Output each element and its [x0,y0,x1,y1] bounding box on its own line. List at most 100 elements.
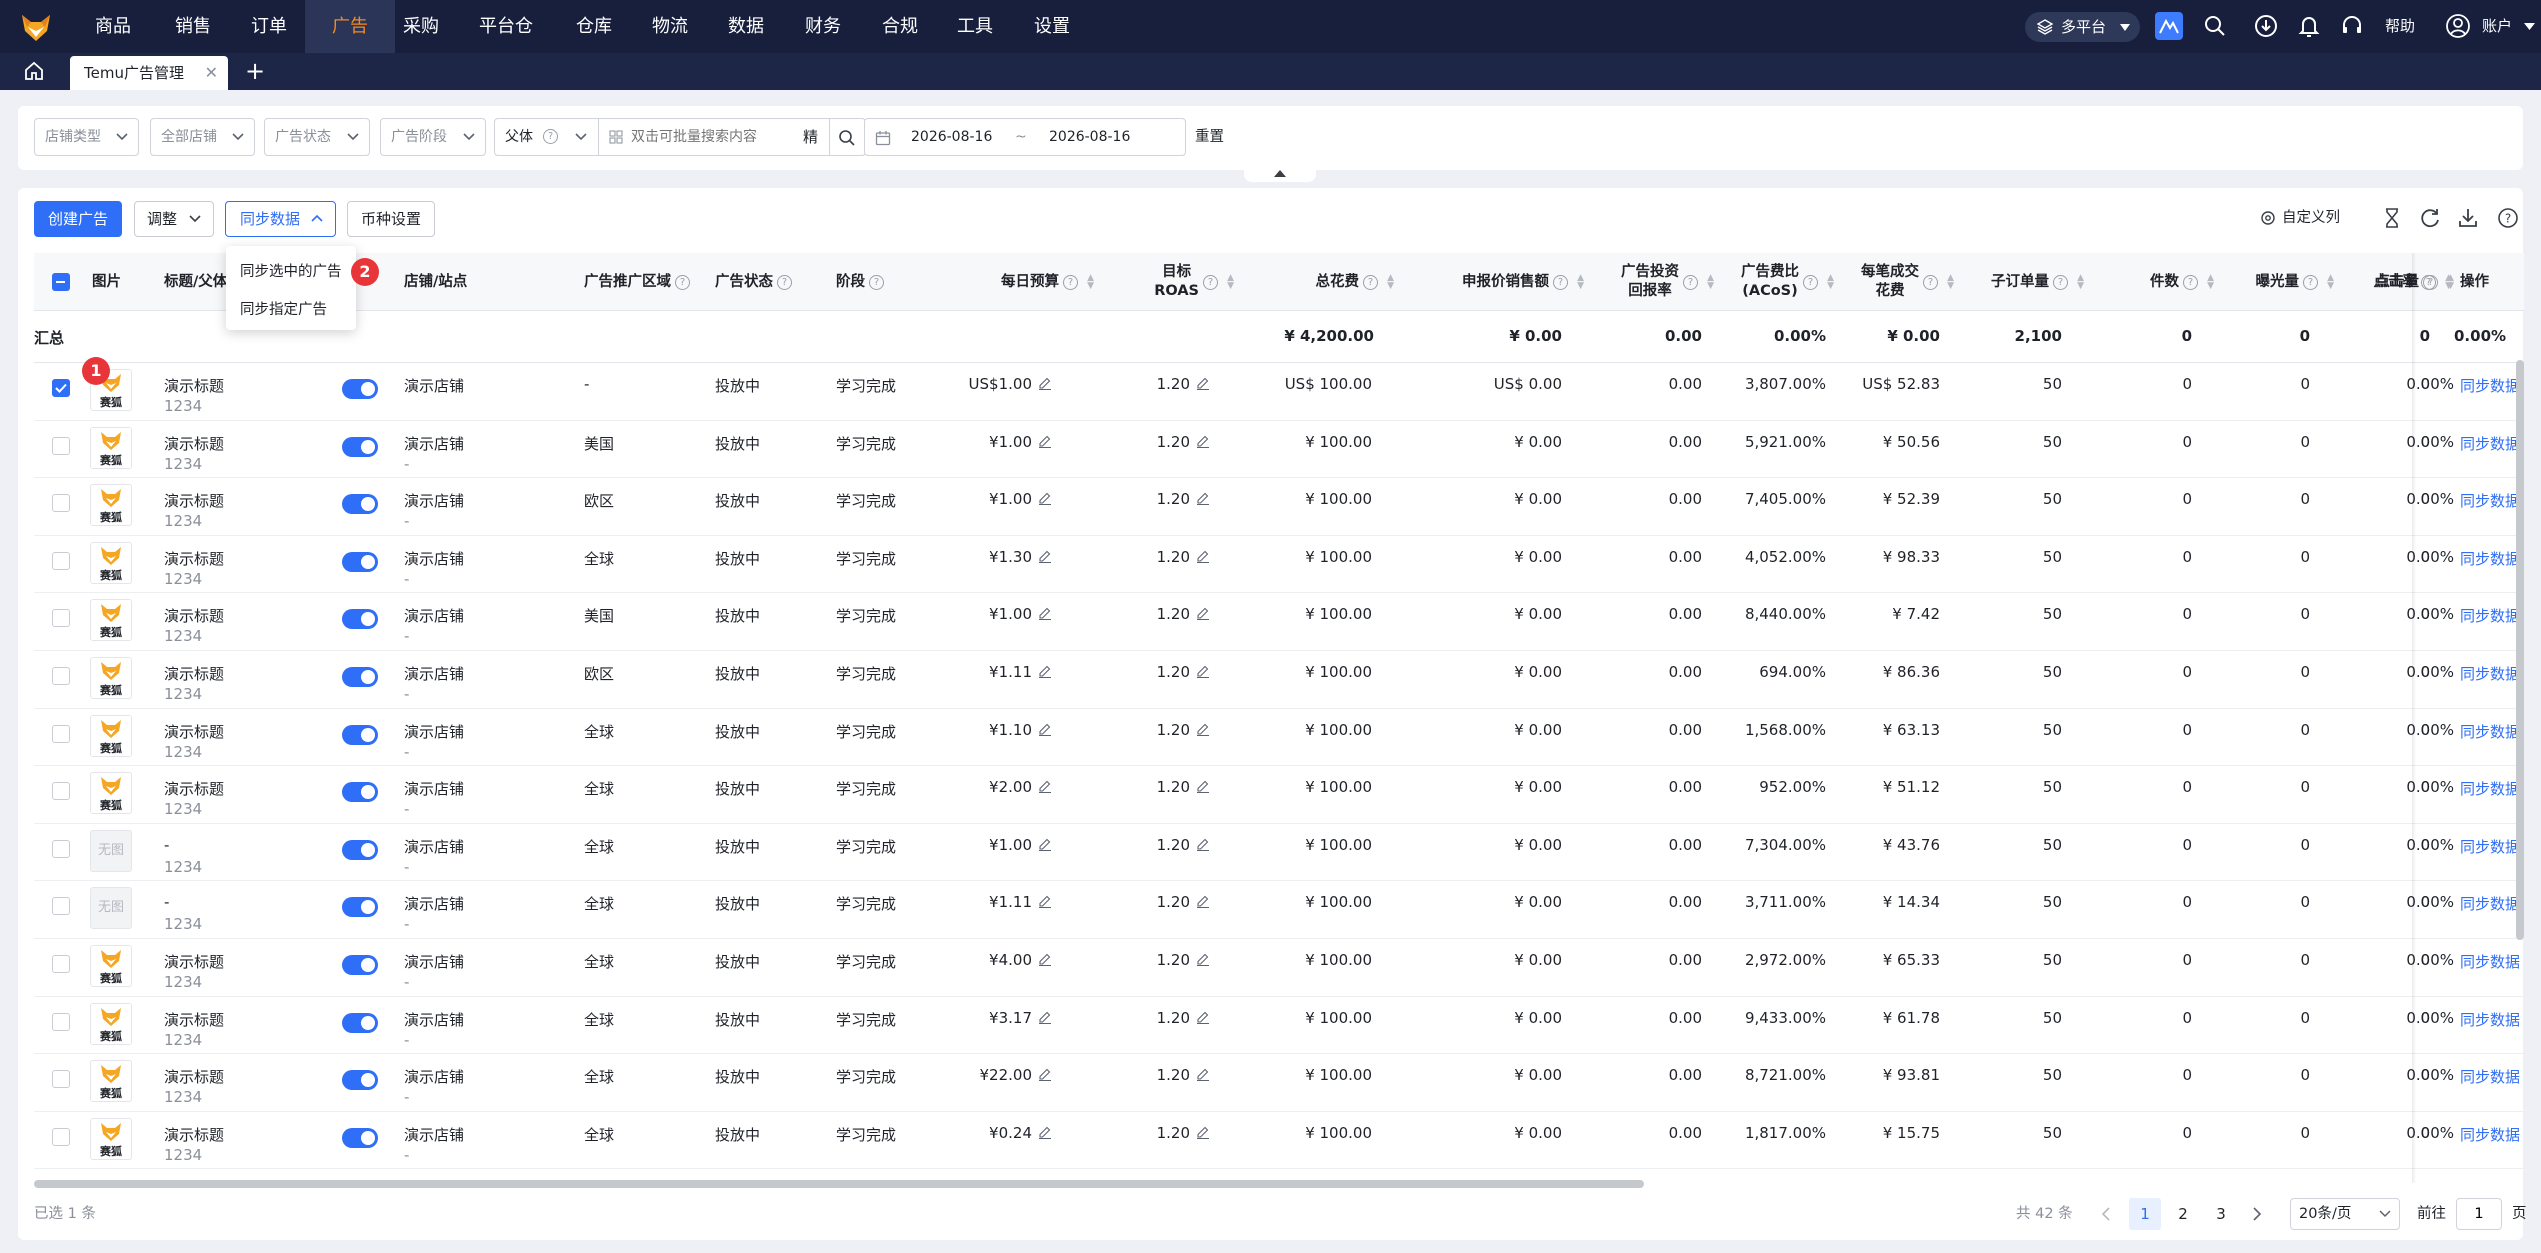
row-checkbox[interactable] [52,955,70,973]
sync-data-link[interactable]: 同步数据 [2460,490,2521,512]
edit-icon[interactable] [1038,952,1052,967]
row-target-roas[interactable]: 1.20 [1094,1009,1210,1027]
sort-icon[interactable]: ▲ ▼ [2204,274,2214,291]
sync-data-link[interactable]: 同步数据 [2460,893,2521,915]
edit-icon[interactable] [1196,664,1210,679]
sync-data-link[interactable]: 同步数据 [2460,432,2521,454]
row-target-roas[interactable]: 1.20 [1094,433,1210,451]
row-target-roas[interactable]: 1.20 [1094,1066,1210,1084]
ad-enabled-toggle[interactable] [342,379,378,399]
edit-icon[interactable] [1196,837,1210,851]
edit-icon[interactable] [1038,376,1052,391]
edit-icon[interactable] [1196,434,1210,448]
download-icon[interactable] [2252,12,2280,40]
product-thumbnail[interactable]: 赛狐 [90,1002,132,1045]
product-thumbnail[interactable]: 赛狐 [90,426,132,469]
prev-page-icon[interactable] [2099,1206,2113,1222]
close-icon[interactable]: ✕ [205,56,218,90]
sort-icon[interactable]: ▲ ▼ [1824,274,1834,291]
product-thumbnail[interactable]: 赛狐 [90,714,132,757]
hourglass-icon[interactable] [2380,206,2404,230]
row-checkbox[interactable] [52,1127,70,1146]
edit-icon[interactable] [1038,779,1052,794]
sort-icon[interactable]: ▲ ▼ [2074,274,2084,291]
edit-icon[interactable] [1038,664,1052,679]
nav-item[interactable]: 订单 [246,0,292,53]
row-target-roas[interactable]: 1.20 [1094,893,1210,911]
page-3-button[interactable]: 3 [2205,1198,2237,1230]
row-daily-budget[interactable]: ¥1.11 [934,893,1052,911]
sync-data-link[interactable]: 同步数据 [2460,720,2521,742]
row-checkbox[interactable] [52,436,70,455]
sync-data-link[interactable]: 同步数据 [2460,1008,2521,1030]
create-ad-button[interactable]: 创建广告 [34,201,122,237]
nav-item[interactable]: 商品 [90,0,136,53]
export-icon[interactable] [2456,206,2480,230]
row-target-roas[interactable]: 1.20 [1094,605,1210,623]
row-daily-budget[interactable]: ¥2.00 [934,778,1052,796]
edit-icon[interactable] [1038,1125,1052,1139]
search-icon[interactable] [2201,12,2229,40]
nav-item[interactable]: 广告 [305,0,395,53]
sort-icon[interactable]: ▲ ▼ [1224,274,1234,291]
sort-icon[interactable]: ▲ ▼ [1944,274,1954,291]
nav-item[interactable]: 财务 [800,0,846,53]
edit-icon[interactable] [1196,1125,1210,1139]
row-target-roas[interactable]: 1.20 [1094,836,1210,854]
ad-enabled-toggle[interactable] [342,782,378,803]
vertical-scrollbar[interactable] [2516,360,2524,940]
row-checkbox[interactable] [52,609,70,628]
product-thumbnail[interactable]: 赛狐 [90,772,132,815]
nav-item[interactable]: 采购 [398,0,444,53]
edit-icon[interactable] [1196,376,1210,391]
sync-data-link[interactable]: 同步数据 [2460,1123,2521,1145]
nav-item[interactable]: 设置 [1029,0,1075,53]
row-checkbox[interactable] [52,667,70,685]
row-daily-budget[interactable]: ¥1.00 [934,836,1052,854]
user-avatar-icon[interactable] [2444,12,2472,40]
row-checkbox[interactable] [52,724,70,743]
ad-enabled-toggle[interactable] [342,955,378,975]
ad-enabled-toggle[interactable] [342,1127,378,1148]
col-pieces[interactable]: 件数? ▲ ▼ [2084,253,2214,311]
sort-icon[interactable]: ▲ ▼ [1704,274,1714,291]
next-page-icon[interactable] [2250,1206,2264,1222]
ad-enabled-toggle[interactable] [342,1070,378,1091]
sync-data-link[interactable]: 同步数据 [2460,663,2521,684]
row-daily-budget[interactable]: ¥1.10 [934,721,1052,739]
row-checkbox[interactable] [52,379,70,397]
col-roi[interactable]: 广告投资 回报率? ▲ ▼ [1584,253,1714,311]
edit-icon[interactable] [1196,606,1210,621]
sync-data-link[interactable]: 同步数据 [2460,951,2521,972]
ad-enabled-toggle[interactable] [342,897,378,918]
date-end[interactable]: 2026-08-16 [1049,119,1130,155]
sync-data-link[interactable]: 同步数据 [2460,605,2521,627]
row-checkbox[interactable] [52,839,70,858]
col-sub-orders[interactable]: 子订单量? ▲ ▼ [1954,253,2084,311]
nav-item[interactable]: 工具 [952,0,998,53]
nav-item[interactable]: 平台仓 [476,0,536,53]
page-size-select[interactable]: 20条/页 [2290,1198,2400,1230]
row-target-roas[interactable]: 1.20 [1094,548,1210,566]
edit-icon[interactable] [1038,606,1052,621]
row-checkbox[interactable] [52,494,70,513]
ad-stage-select[interactable]: 广告阶段 [380,118,486,156]
ad-status-select[interactable]: 广告状态 [264,118,370,156]
bell-icon[interactable] [2295,12,2323,40]
parent-select[interactable]: 父体 ? [495,119,599,155]
product-thumbnail[interactable]: 赛狐 [90,599,132,642]
row-checkbox[interactable] [52,1012,70,1031]
row-checkbox[interactable] [52,897,70,916]
edit-icon[interactable] [1196,952,1210,967]
edit-icon[interactable] [1196,549,1210,563]
row-target-roas[interactable]: 1.20 [1094,375,1210,393]
nav-item[interactable]: 物流 [647,0,693,53]
adjust-dropdown-button[interactable]: 调整 [134,201,214,237]
row-daily-budget[interactable]: ¥0.24 [934,1124,1052,1142]
row-daily-budget[interactable]: ¥22.00 [934,1066,1052,1084]
refresh-icon[interactable] [2418,206,2442,230]
search-input[interactable] [631,125,791,149]
nav-item[interactable]: 仓库 [571,0,617,53]
sort-icon[interactable]: ▲ ▼ [1574,274,1584,291]
help-circle-icon[interactable]: ? [2496,206,2520,230]
